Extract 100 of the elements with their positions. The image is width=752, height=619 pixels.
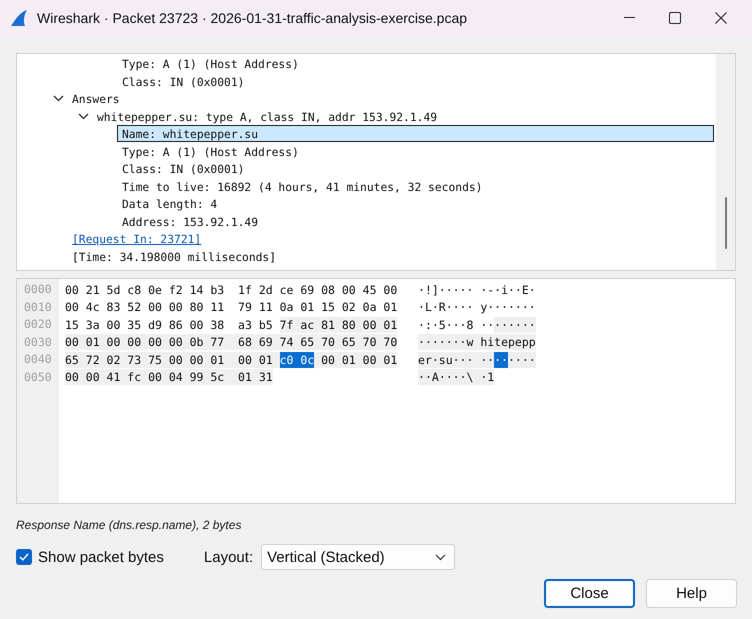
ascii-char[interactable]: · bbox=[494, 352, 502, 368]
hex-byte[interactable]: ac bbox=[300, 316, 322, 333]
hex-byte[interactable]: 00 bbox=[106, 334, 128, 350]
tree-item[interactable]: Class: IN (0x0001) bbox=[118, 72, 714, 90]
tree-item[interactable]: [Time: 34.198000 milliseconds] bbox=[68, 248, 714, 265]
hex-byte[interactable]: 04 bbox=[168, 369, 190, 386]
hex-byte[interactable]: 00 bbox=[190, 352, 210, 368]
hex-byte[interactable]: 00 bbox=[86, 369, 107, 386]
hex-byte[interactable]: 7f bbox=[280, 316, 300, 333]
hex-byte[interactable]: 31 bbox=[258, 369, 273, 386]
hex-byte[interactable]: 99 bbox=[190, 369, 210, 386]
tree-item[interactable]: Time to live: 16892 (4 hours, 41 minutes, 32 seconds) bbox=[118, 178, 714, 195]
hex-byte[interactable]: 77 bbox=[210, 334, 238, 350]
tree-item[interactable]: Data length: 4 bbox=[118, 195, 714, 212]
hex-byte[interactable]: 81 bbox=[321, 316, 342, 333]
chevron-down-icon bbox=[435, 554, 446, 560]
hex-byte[interactable]: c0 bbox=[280, 352, 300, 368]
hex-byte[interactable]: 00 bbox=[65, 334, 86, 350]
show-bytes-checkbox[interactable]: Show packet bytes bbox=[16, 548, 164, 566]
hex-byte[interactable]: 01 bbox=[238, 369, 259, 386]
hex-offset: 0040 bbox=[23, 351, 53, 368]
ascii-char[interactable]: h bbox=[480, 334, 488, 350]
hex-byte[interactable]: 73 bbox=[127, 352, 148, 368]
layout-dropdown[interactable]: Vertical (Stacked) bbox=[261, 544, 456, 570]
hex-byte[interactable]: 70 bbox=[321, 334, 342, 350]
hex-offset: 0030 bbox=[23, 334, 53, 350]
ascii-char[interactable]: e bbox=[418, 352, 425, 368]
shark-fin-icon bbox=[10, 9, 28, 27]
hex-byte[interactable]: 0b bbox=[190, 334, 210, 350]
ascii-char[interactable]: · bbox=[487, 352, 494, 368]
hex-byte[interactable]: 80 bbox=[342, 316, 363, 333]
hex-offset: 0000 bbox=[23, 281, 53, 298]
hex-byte[interactable]: 01 bbox=[342, 352, 363, 368]
hex-byte[interactable]: 72 bbox=[86, 352, 107, 368]
hex-byte[interactable]: 00 bbox=[362, 352, 384, 368]
hex-byte[interactable]: 01 bbox=[210, 352, 238, 368]
hex-byte[interactable]: 00 bbox=[65, 369, 86, 386]
maximize-icon bbox=[669, 12, 681, 24]
tree-item[interactable]: whitepepper.su: type A, class IN, addr 153.92.1.49 bbox=[93, 108, 714, 125]
hex-byte[interactable]: 69 bbox=[258, 334, 280, 350]
dialog-button[interactable]: Close bbox=[544, 579, 635, 608]
hex-byte[interactable]: 5c bbox=[210, 369, 238, 386]
ascii-char[interactable]: · bbox=[480, 352, 488, 368]
hex-byte[interactable]: 0c bbox=[300, 352, 322, 368]
hex-byte[interactable]: 65 bbox=[65, 352, 86, 368]
hex-byte[interactable]: 00 bbox=[362, 316, 384, 333]
ascii-char[interactable]: w bbox=[466, 334, 480, 350]
hex-byte[interactable]: 41 bbox=[106, 369, 128, 386]
tree-item[interactable]: Class: IN (0x0001) bbox=[118, 160, 714, 178]
hex-byte[interactable]: 00 bbox=[238, 352, 259, 368]
hex-byte[interactable]: 00 bbox=[148, 334, 169, 350]
hex-byte[interactable]: 00 bbox=[321, 352, 342, 368]
hex-byte[interactable]: 70 bbox=[383, 334, 398, 350]
hex-byte[interactable]: 00 bbox=[168, 334, 190, 350]
chevron-down-icon[interactable] bbox=[78, 112, 89, 120]
hex-byte[interactable]: 65 bbox=[342, 334, 363, 350]
ascii-char[interactable]: i bbox=[487, 334, 494, 350]
hex-byte[interactable]: 68 bbox=[238, 334, 259, 350]
hex-byte[interactable]: fc bbox=[127, 369, 148, 386]
ascii-char[interactable]: e bbox=[501, 334, 508, 350]
hex-byte[interactable]: 00 bbox=[127, 334, 148, 350]
hex-byte[interactable]: 70 bbox=[362, 334, 384, 350]
tree-item[interactable]: Answers bbox=[68, 90, 714, 108]
hex-offset: 0010 bbox=[23, 298, 53, 316]
tree-item[interactable]: Type: A (1) (Host Address) bbox=[118, 142, 714, 160]
ascii-char[interactable]: · bbox=[508, 352, 515, 368]
ascii-char[interactable]: 1 bbox=[487, 369, 494, 386]
ascii-char[interactable]: \ bbox=[466, 369, 480, 386]
hex-byte[interactable]: 01 bbox=[258, 352, 280, 368]
hex-byte[interactable]: 01 bbox=[383, 316, 398, 333]
tree-item[interactable]: Address: 153.92.1.49 bbox=[118, 212, 714, 230]
dialog-button[interactable]: Help bbox=[646, 579, 737, 608]
ascii-char[interactable]: · bbox=[494, 316, 502, 333]
scrollbar[interactable] bbox=[716, 54, 735, 270]
ascii-char[interactable]: · bbox=[418, 369, 425, 386]
tree-item[interactable]: Type: A (1) (Host Address) bbox=[118, 55, 714, 72]
hex-byte[interactable]: 01 bbox=[383, 352, 398, 368]
ascii-char[interactable]: t bbox=[494, 334, 502, 350]
hex-offset: 0020 bbox=[23, 316, 53, 333]
ascii-char[interactable]: · bbox=[501, 316, 508, 333]
hex-byte[interactable]: 74 bbox=[280, 334, 300, 350]
request-link[interactable]: [Request In: 23721] bbox=[72, 233, 202, 246]
ascii-char[interactable]: · bbox=[418, 334, 425, 350]
ascii-char[interactable]: · bbox=[466, 352, 480, 368]
hex-byte[interactable]: 00 bbox=[168, 352, 190, 368]
hex-byte[interactable]: 01 bbox=[86, 334, 107, 350]
ascii-char[interactable]: · bbox=[480, 369, 488, 386]
ascii-char[interactable]: · bbox=[501, 352, 508, 368]
hex-byte[interactable]: 02 bbox=[106, 352, 128, 368]
ascii-char[interactable]: p bbox=[508, 334, 515, 350]
ascii-char[interactable]: · bbox=[508, 316, 515, 333]
hex-byte[interactable]: 00 bbox=[148, 369, 169, 386]
window-title: Wireshark · Packet 23723 · 2026-01-31-traffic-analysis-exercise.pcap bbox=[37, 10, 468, 26]
status-text: Response Name (dns.resp.name), 2 bytes bbox=[16, 518, 242, 532]
tree-item[interactable]: Name: whitepepper.su bbox=[117, 125, 714, 142]
chevron-down-icon[interactable] bbox=[53, 95, 64, 102]
hex-byte[interactable]: 65 bbox=[300, 334, 322, 350]
close-icon bbox=[715, 12, 727, 24]
hex-byte[interactable]: 75 bbox=[148, 352, 169, 368]
layout-label: Layout: bbox=[204, 548, 254, 566]
